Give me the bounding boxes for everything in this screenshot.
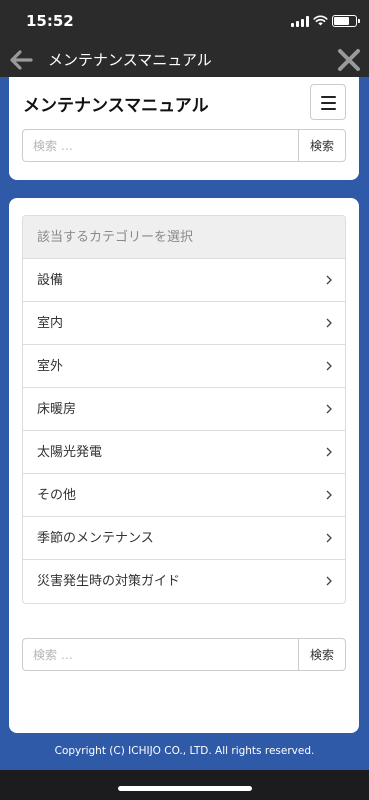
category-item-label: 災害発生時の対策ガイド [37,574,181,589]
category-item-label: その他 [37,488,77,503]
nav-title: メンテナンスマニュアル [48,51,212,69]
category-list-header: 該当するカテゴリーを選択 [23,216,345,259]
home-indicator [118,786,252,791]
battery-icon [332,15,360,27]
category-item-label: 季節のメンテナンス [37,531,154,546]
category-item-solar-power[interactable]: 太陽光発電 [23,431,345,474]
category-item-label: 室外 [37,359,64,374]
site-title: メンテナンスマニュアル [23,96,209,116]
category-item-label: 床暖房 [37,402,77,417]
bottom-search-button[interactable]: 検索 [298,638,346,671]
chevron-right-icon [326,275,332,285]
chevron-right-icon [326,533,332,543]
header-search: 検索 [22,129,346,162]
category-list: 該当するカテゴリーを選択 設備 室内 室外 床暖房 太陽光発電 その他 季節のメ… [22,215,346,604]
header-search-button[interactable]: 検索 [298,129,346,162]
chevron-right-icon [326,490,332,500]
content-card: 該当するカテゴリーを選択 設備 室内 室外 床暖房 太陽光発電 その他 季節のメ… [9,198,359,733]
status-time: 15:52 [26,12,74,30]
back-arrow-icon[interactable] [7,46,35,74]
category-item-outdoor[interactable]: 室外 [23,345,345,388]
chevron-right-icon [326,361,332,371]
category-item-seasonal-maintenance[interactable]: 季節のメンテナンス [23,517,345,560]
bottom-search-input[interactable] [22,638,298,671]
category-item-label: 設備 [37,273,64,288]
category-item-label: 太陽光発電 [37,445,103,460]
close-icon[interactable] [334,45,364,75]
chevron-right-icon [326,404,332,414]
header-card: メンテナンスマニュアル 検索 [9,77,359,180]
category-item-label: 室内 [37,316,64,331]
category-item-floor-heating[interactable]: 床暖房 [23,388,345,431]
page-background: メンテナンスマニュアル 検索 該当するカテゴリーを選択 設備 室内 室外 [0,77,369,770]
copyright-footer: Copyright (C) ICHIJO CO., LTD. All right… [54,745,315,757]
status-bar: 15:52 [0,0,369,44]
cellular-signal-icon [291,16,309,27]
category-item-indoor[interactable]: 室内 [23,302,345,345]
category-item-other[interactable]: その他 [23,474,345,517]
header-search-input[interactable] [22,129,298,162]
navigation-bar: メンテナンスマニュアル [0,44,369,77]
category-item-equipment[interactable]: 設備 [23,259,345,302]
hamburger-menu-button[interactable] [310,84,346,120]
chevron-right-icon [326,576,332,586]
chevron-right-icon [326,447,332,457]
category-item-disaster-guide[interactable]: 災害発生時の対策ガイド [23,560,345,603]
wifi-icon [313,15,328,26]
chevron-right-icon [326,318,332,328]
bottom-search: 検索 [22,638,346,671]
